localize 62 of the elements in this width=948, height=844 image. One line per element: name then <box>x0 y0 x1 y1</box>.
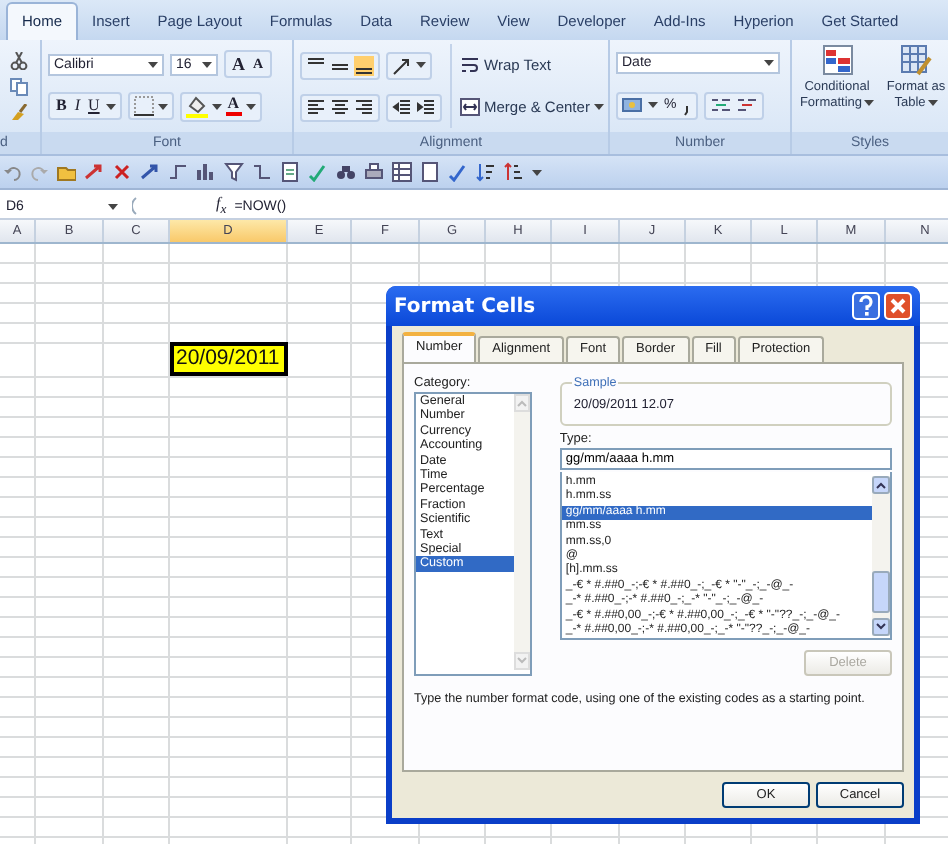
arrow-icon[interactable] <box>140 162 160 182</box>
binoculars-icon[interactable] <box>336 162 356 182</box>
caret-icon[interactable] <box>927 99 938 106</box>
fill-color-icon[interactable] <box>185 95 208 118</box>
align-left-icon[interactable] <box>306 97 326 117</box>
decrease-decimal-icon[interactable] <box>736 95 759 116</box>
bar-chart-icon[interactable] <box>196 162 216 182</box>
caret-icon[interactable] <box>211 103 222 110</box>
caret-icon[interactable] <box>245 103 256 110</box>
caret-icon[interactable] <box>202 61 212 68</box>
caret-icon[interactable] <box>148 61 158 68</box>
connector-icon[interactable] <box>252 162 272 182</box>
grow-font-button[interactable]: A <box>230 54 247 75</box>
connector-icon[interactable] <box>168 162 188 182</box>
insert-function-button[interactable]: f$_{x}$ <box>216 194 227 218</box>
printer-icon[interactable] <box>364 162 384 182</box>
decrease-indent-icon[interactable] <box>392 97 412 117</box>
align-bottom-icon[interactable] <box>354 55 374 75</box>
active-cell[interactable]: 20/09/2011 <box>170 342 288 376</box>
caret-icon[interactable] <box>764 60 774 67</box>
align-center-icon[interactable] <box>330 97 350 117</box>
font-color-button[interactable]: A <box>225 96 242 117</box>
arrow-icon[interactable] <box>84 162 104 182</box>
align-right-icon[interactable] <box>354 97 374 117</box>
funnel-icon[interactable] <box>224 162 244 182</box>
currency-icon[interactable] <box>622 95 644 116</box>
borders-icon[interactable] <box>133 96 154 117</box>
italic-button[interactable]: I <box>72 96 83 117</box>
bold-button[interactable]: B <box>54 96 69 117</box>
caret-icon[interactable] <box>648 102 658 109</box>
increase-indent-icon[interactable] <box>416 97 436 117</box>
orientation-icon[interactable] <box>392 55 412 75</box>
caret-icon[interactable] <box>593 104 604 110</box>
table-highlight-icon <box>821 44 853 76</box>
help-icon[interactable] <box>852 292 880 320</box>
caret-icon[interactable] <box>105 103 116 110</box>
table-brush-icon <box>900 44 932 76</box>
caret-icon[interactable] <box>157 103 168 110</box>
increase-decimal-icon[interactable] <box>710 95 733 116</box>
undo-icon[interactable] <box>4 163 22 181</box>
folder-icon[interactable] <box>56 162 76 182</box>
scrollbar-drawing[interactable] <box>513 394 530 670</box>
caret-icon[interactable] <box>416 62 426 68</box>
sort-descending-icon[interactable] <box>504 162 524 182</box>
caret-icon[interactable] <box>864 99 875 106</box>
window-title: Format Cells <box>394 295 536 317</box>
wrap-text-icon <box>460 56 480 74</box>
brush-icon[interactable] <box>10 103 28 121</box>
type-list[interactable] <box>559 472 892 640</box>
page-icon[interactable] <box>280 162 300 182</box>
scrollbar-drawing[interactable] <box>872 476 890 636</box>
caret-icon[interactable] <box>108 203 118 209</box>
copy-icon[interactable] <box>10 77 28 95</box>
merge-cells-icon <box>460 98 480 116</box>
underline-button[interactable]: U <box>86 96 102 117</box>
sort-ascending-icon[interactable] <box>476 162 496 182</box>
page-icon[interactable] <box>420 162 440 182</box>
caret-icon[interactable] <box>532 169 542 175</box>
table-icon[interactable] <box>392 162 412 182</box>
close-icon[interactable] <box>884 292 912 320</box>
delete-icon[interactable] <box>112 162 132 182</box>
scissors-icon[interactable] <box>10 51 28 69</box>
